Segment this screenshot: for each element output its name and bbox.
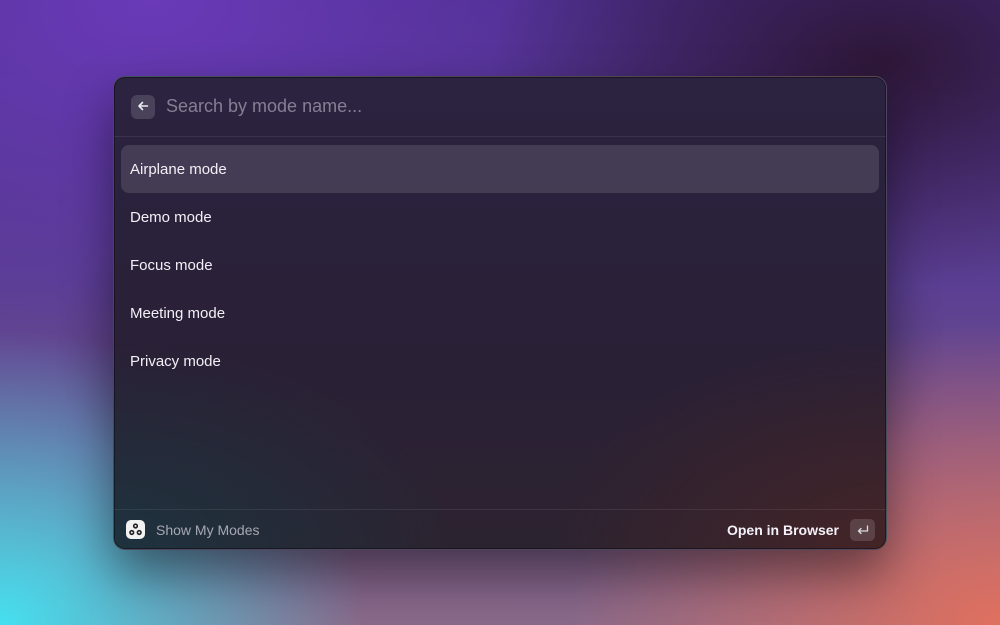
list-item-demo-mode[interactable]: Demo mode (121, 193, 879, 241)
footer-command-info: Show My Modes (126, 520, 259, 539)
return-key-icon[interactable] (850, 518, 875, 541)
back-button[interactable] (131, 94, 155, 119)
modes-app-icon (126, 520, 145, 539)
list-item-meeting-mode[interactable]: Meeting mode (121, 289, 879, 337)
open-in-browser-button[interactable]: Open in Browser (727, 522, 839, 538)
list-item-privacy-mode[interactable]: Privacy mode (121, 337, 879, 385)
search-input[interactable] (166, 96, 869, 117)
primary-action[interactable]: Open in Browser (727, 518, 875, 541)
list-item-label: Airplane mode (130, 160, 227, 178)
list-item-label: Privacy mode (130, 352, 221, 370)
action-bar: Show My Modes Open in Browser (114, 509, 886, 549)
list-item-label: Demo mode (130, 208, 212, 226)
list-item-airplane-mode[interactable]: Airplane mode (121, 145, 879, 193)
launcher-window: Airplane mode Demo mode Focus mode Meeti… (113, 76, 887, 550)
list-item-focus-mode[interactable]: Focus mode (121, 241, 879, 289)
command-title: Show My Modes (156, 521, 260, 538)
modes-list: Airplane mode Demo mode Focus mode Meeti… (114, 137, 886, 385)
arrow-left-icon (137, 100, 149, 114)
list-item-label: Focus mode (130, 256, 213, 274)
search-bar (114, 77, 886, 137)
list-item-label: Meeting mode (130, 304, 226, 322)
